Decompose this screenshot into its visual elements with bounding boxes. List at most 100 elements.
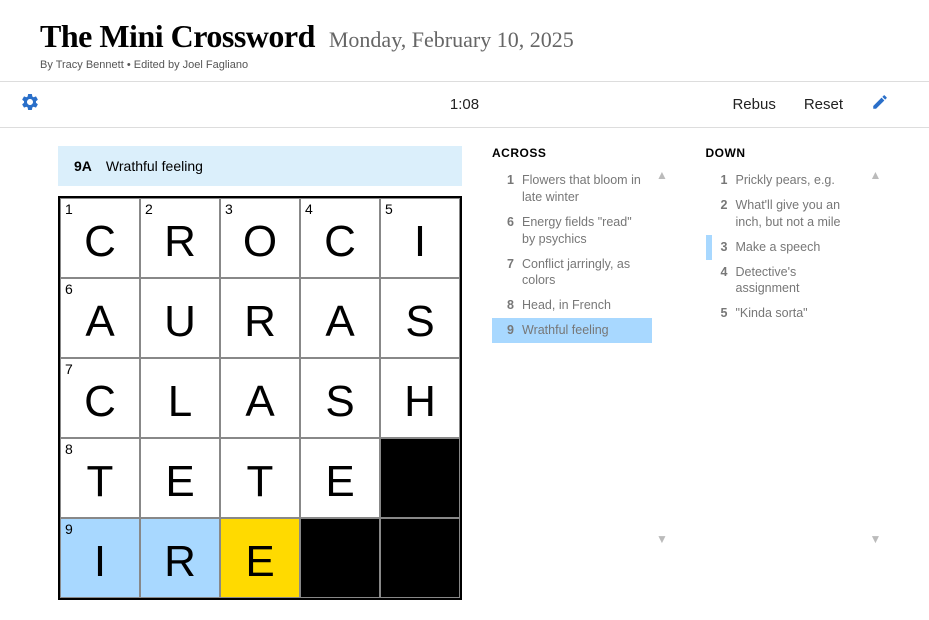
chevron-down-icon[interactable]: ▼: [870, 532, 882, 546]
cell-number: 1: [65, 201, 73, 217]
grid-cell[interactable]: 9I: [60, 518, 140, 598]
page-title: The Mini Crossword: [40, 18, 315, 55]
clue-item[interactable]: 1Prickly pears, e.g.: [706, 168, 866, 193]
grid-cell[interactable]: S: [380, 278, 460, 358]
cell-number: 9: [65, 521, 73, 537]
cell-letter: R: [244, 300, 276, 344]
grid-cell: [380, 438, 460, 518]
grid-cell[interactable]: E: [140, 438, 220, 518]
current-clue-text: Wrathful feeling: [106, 158, 203, 174]
grid-cell[interactable]: 8T: [60, 438, 140, 518]
cell-letter: S: [325, 380, 354, 424]
grid-cell: [380, 518, 460, 598]
timer[interactable]: 1:08: [450, 96, 479, 113]
grid-cell[interactable]: S: [300, 358, 380, 438]
grid-cell[interactable]: U: [140, 278, 220, 358]
grid-cell[interactable]: 7C: [60, 358, 140, 438]
clue-text: Detective's assignment: [736, 264, 860, 298]
chevron-up-icon[interactable]: ▲: [870, 168, 882, 182]
clue-number: 1: [500, 172, 514, 206]
grid-cell[interactable]: 4C: [300, 198, 380, 278]
clue-text: "Kinda sorta": [736, 305, 860, 322]
cell-letter: S: [405, 300, 434, 344]
pencil-icon[interactable]: [871, 93, 889, 116]
down-clue-list: 1Prickly pears, e.g.2What'll give you an…: [706, 168, 866, 548]
current-clue-number: 9A: [74, 158, 92, 174]
clue-number: 1: [714, 172, 728, 189]
clue-number: 3: [714, 239, 728, 256]
reset-button[interactable]: Reset: [804, 96, 843, 113]
cell-number: 4: [305, 201, 313, 217]
grid-cell[interactable]: 2R: [140, 198, 220, 278]
grid-cell[interactable]: 1C: [60, 198, 140, 278]
clue-text: Flowers that bloom in late winter: [522, 172, 646, 206]
cell-number: 5: [385, 201, 393, 217]
grid-cell[interactable]: R: [220, 278, 300, 358]
grid-cell[interactable]: H: [380, 358, 460, 438]
cell-number: 3: [225, 201, 233, 217]
grid-cell[interactable]: E: [220, 518, 300, 598]
across-clue-list: 1Flowers that bloom in late winter6Energ…: [492, 168, 652, 548]
grid-cell[interactable]: R: [140, 518, 220, 598]
clue-item[interactable]: 1Flowers that bloom in late winter: [492, 168, 652, 210]
clue-item[interactable]: 6Energy fields "read" by psychics: [492, 210, 652, 252]
grid-cell[interactable]: L: [140, 358, 220, 438]
grid-cell[interactable]: E: [300, 438, 380, 518]
cell-letter: E: [245, 540, 274, 584]
cell-letter: I: [94, 540, 106, 584]
byline: By Tracy Bennett • Edited by Joel Faglia…: [40, 59, 889, 71]
current-clue-bar[interactable]: 9A Wrathful feeling: [58, 146, 462, 186]
main-area: 9A Wrathful feeling 1C2R3O4C5I6AURAS7CLA…: [0, 128, 929, 620]
across-block: ACROSS 1Flowers that bloom in late winte…: [492, 146, 676, 548]
clue-item[interactable]: 4Detective's assignment: [706, 260, 866, 302]
gear-icon[interactable]: [20, 92, 40, 117]
cell-letter: A: [85, 300, 114, 344]
grid-cell[interactable]: T: [220, 438, 300, 518]
clue-text: Wrathful feeling: [522, 322, 646, 339]
cell-letter: A: [325, 300, 354, 344]
clue-text: Conflict jarringly, as colors: [522, 256, 646, 290]
cell-number: 8: [65, 441, 73, 457]
clue-number: 5: [714, 305, 728, 322]
clue-number: 8: [500, 297, 514, 314]
clue-item[interactable]: 3 Make a speech: [706, 235, 866, 260]
cell-letter: I: [414, 220, 426, 264]
cell-letter: T: [247, 460, 274, 504]
across-heading: ACROSS: [492, 146, 676, 160]
grid-cell[interactable]: 3O: [220, 198, 300, 278]
clue-item[interactable]: 2What'll give you an inch, but not a mil…: [706, 193, 866, 235]
cell-letter: E: [165, 460, 194, 504]
grid-cell[interactable]: 5I: [380, 198, 460, 278]
clue-number: 6: [500, 214, 514, 248]
grid-cell[interactable]: A: [220, 358, 300, 438]
clue-text: What'll give you an inch, but not a mile: [736, 197, 860, 231]
cell-letter: R: [164, 540, 196, 584]
cell-letter: E: [325, 460, 354, 504]
clue-number: 7: [500, 256, 514, 290]
clue-text: Make a speech: [736, 239, 860, 256]
cell-letter: A: [245, 380, 274, 424]
rebus-button[interactable]: Rebus: [732, 96, 775, 113]
clue-item[interactable]: 8Head, in French: [492, 293, 652, 318]
cell-letter: O: [243, 220, 277, 264]
chevron-up-icon[interactable]: ▲: [656, 168, 668, 182]
clue-item[interactable]: 7Conflict jarringly, as colors: [492, 252, 652, 294]
chevron-down-icon[interactable]: ▼: [656, 532, 668, 546]
cell-letter: L: [168, 380, 192, 424]
header: The Mini Crossword Monday, February 10, …: [0, 0, 929, 81]
grid-cell[interactable]: 6A: [60, 278, 140, 358]
cell-number: 7: [65, 361, 73, 377]
toolbar: 1:08 Rebus Reset: [0, 81, 929, 128]
clue-item[interactable]: 9Wrathful feeling: [492, 318, 652, 343]
cell-number: 6: [65, 281, 73, 297]
grid-cell[interactable]: A: [300, 278, 380, 358]
down-block: DOWN 1Prickly pears, e.g.2What'll give y…: [706, 146, 890, 548]
clue-item[interactable]: 5 "Kinda sorta": [706, 301, 866, 326]
cell-letter: T: [87, 460, 114, 504]
down-scroll: ▲ ▼: [866, 168, 886, 548]
clue-text: Energy fields "read" by psychics: [522, 214, 646, 248]
crossword-grid[interactable]: 1C2R3O4C5I6AURAS7CLASH8TETE9IRE: [58, 196, 462, 600]
down-heading: DOWN: [706, 146, 890, 160]
across-scroll: ▲ ▼: [652, 168, 672, 548]
cell-letter: C: [84, 220, 116, 264]
